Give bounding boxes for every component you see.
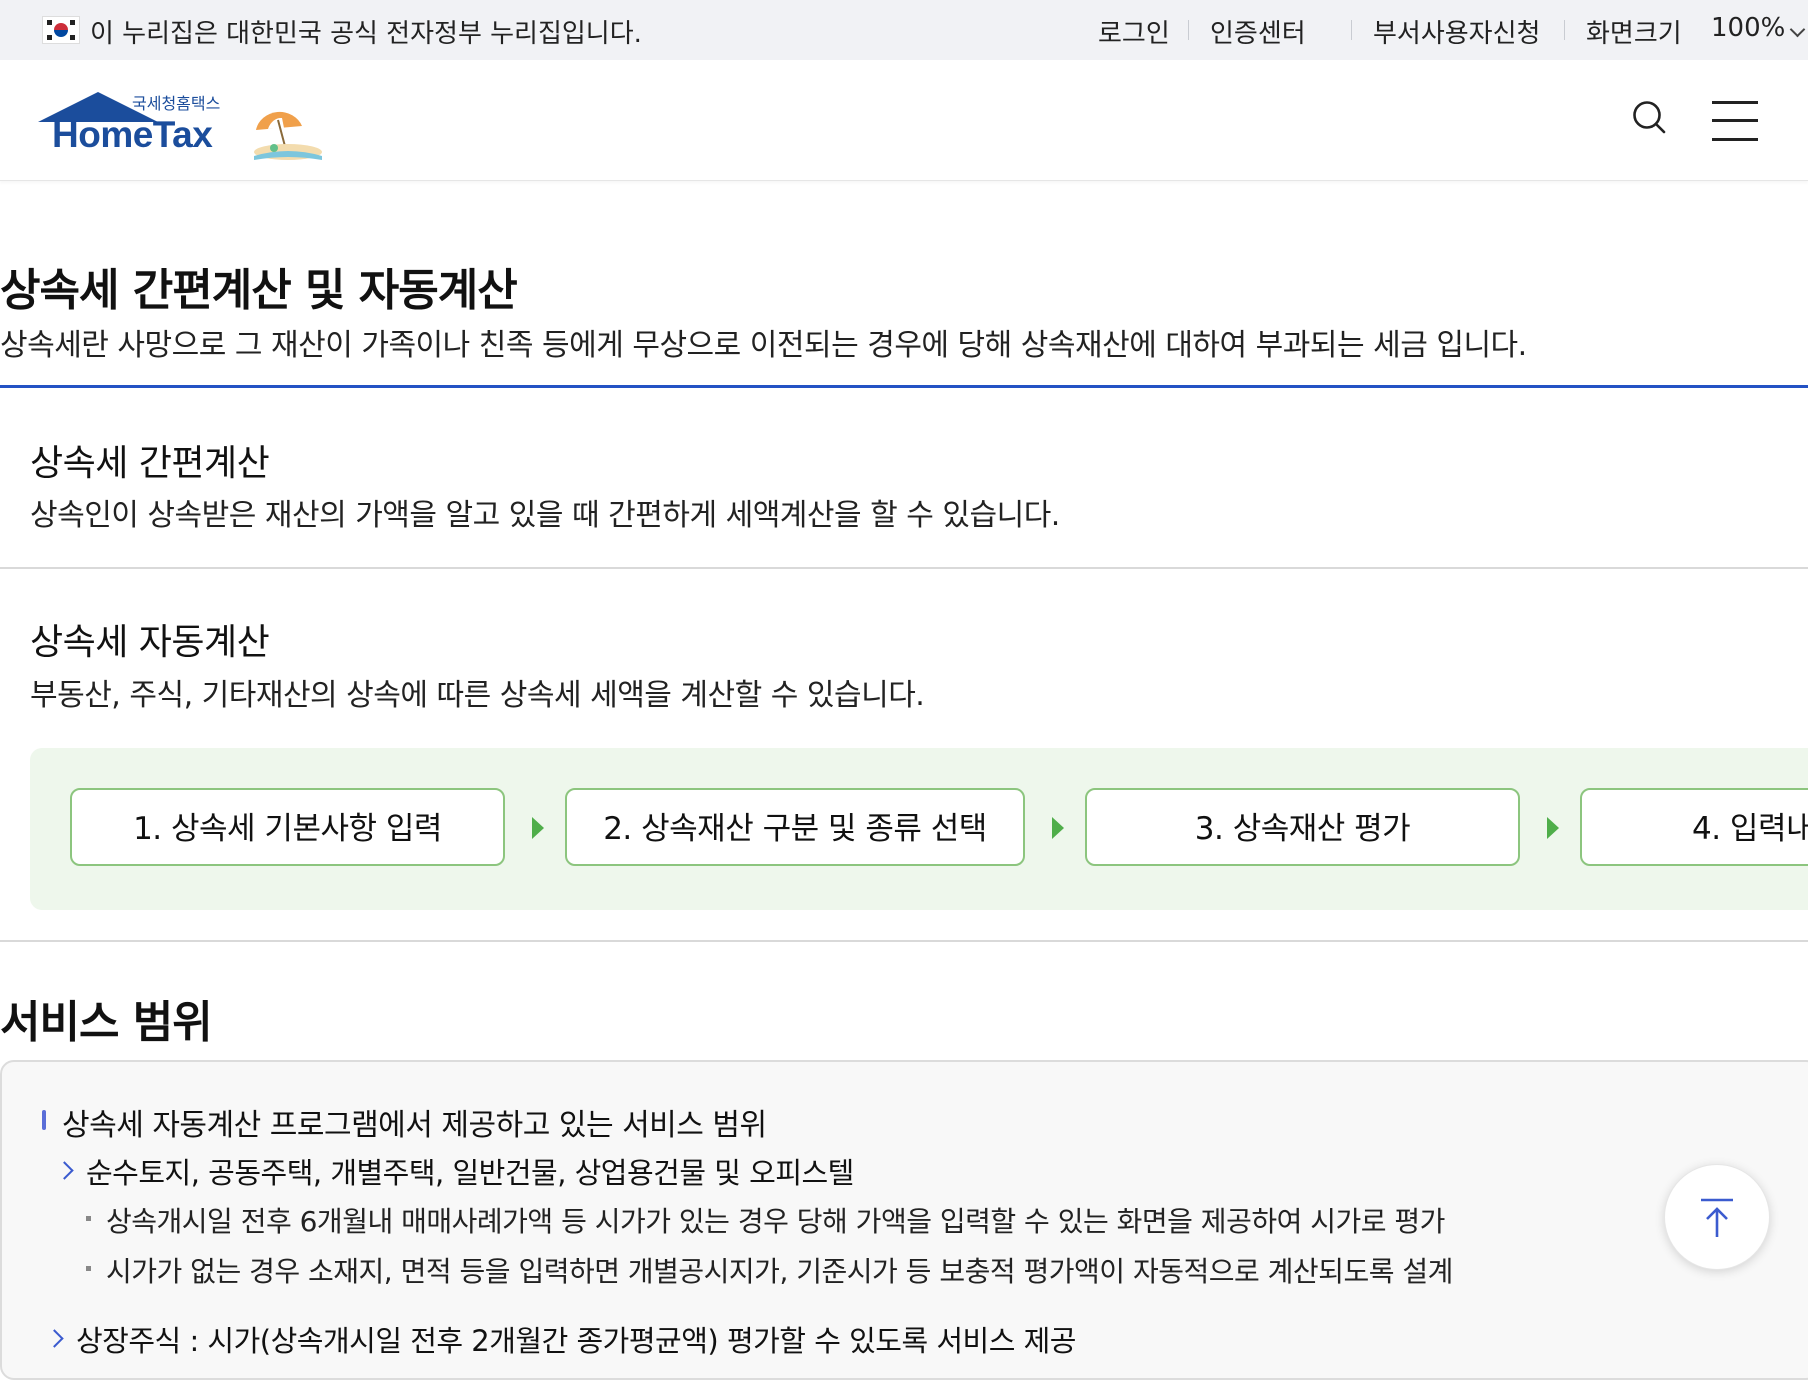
divider bbox=[1188, 20, 1189, 40]
arrow-up-icon bbox=[1701, 1198, 1733, 1237]
korea-flag-icon bbox=[42, 16, 80, 44]
square-bullet-icon bbox=[86, 1216, 91, 1221]
bullet-bar-icon bbox=[42, 1110, 46, 1130]
arrow-right-icon bbox=[532, 817, 544, 839]
service-scope-title: 서비스 범위 bbox=[0, 997, 213, 1048]
gov-utility-links: 로그인 인증센터 부서사용자신청 화면크기 100% bbox=[1048, 0, 1808, 60]
logo-text: HomeTax bbox=[52, 114, 213, 155]
gov-banner: 이 누리집은 대한민국 공식 전자정부 누리집입니다. 로그인 인증센터 부서사… bbox=[0, 0, 1808, 60]
gov-notice-text: 이 누리집은 대한민국 공식 전자정부 누리집입니다. bbox=[90, 19, 642, 49]
scope-item-listed-stock: 상장주식 : 시가(상속개시일 전후 2개월간 종가평균액) 평가할 수 있도록… bbox=[76, 1324, 1076, 1358]
hamburger-menu-icon[interactable] bbox=[1712, 101, 1758, 141]
section-divider bbox=[0, 567, 1808, 569]
logo-subtext: 국세청홈택스 bbox=[132, 94, 221, 113]
cert-center-link[interactable]: 인증센터 bbox=[1210, 13, 1306, 50]
section-divider bbox=[0, 940, 1808, 942]
page-title: 상속세 간편계산 및 자동계산 bbox=[0, 265, 518, 316]
arrow-right-icon bbox=[1547, 817, 1559, 839]
login-link[interactable]: 로그인 bbox=[1098, 13, 1170, 50]
zoom-value[interactable]: 100% bbox=[1711, 13, 1785, 43]
chevron-down-icon[interactable] bbox=[1789, 21, 1806, 38]
step-2-button[interactable]: 2. 상속재산 구분 및 종류 선택 bbox=[565, 788, 1025, 866]
square-bullet-icon bbox=[86, 1266, 91, 1271]
step-3-button[interactable]: 3. 상속재산 평가 bbox=[1085, 788, 1520, 866]
search-icon[interactable] bbox=[1632, 100, 1666, 134]
scope-subitem: 상속개시일 전후 6개월내 매매사례가액 등 시가가 있는 경우 당해 가액을 … bbox=[106, 1205, 1445, 1238]
auto-calc-description: 부동산, 주식, 기타재산의 상속에 따른 상속세 세액을 계산할 수 있습니다… bbox=[30, 678, 925, 713]
hometax-logo[interactable]: 국세청홈택스 HomeTax bbox=[38, 90, 238, 160]
step-1-button[interactable]: 1. 상속세 기본사항 입력 bbox=[70, 788, 505, 866]
simple-calc-title[interactable]: 상속세 간편계산 bbox=[30, 434, 270, 486]
scroll-to-top-button[interactable] bbox=[1664, 1164, 1770, 1270]
arrow-right-icon bbox=[1052, 817, 1064, 839]
divider bbox=[1351, 20, 1352, 40]
zoom-label[interactable]: 화면크기 bbox=[1586, 13, 1682, 50]
auto-calc-title[interactable]: 상속세 자동계산 bbox=[30, 613, 270, 665]
divider bbox=[1564, 20, 1565, 40]
scope-item-realestate: 순수토지, 공동주택, 개별주택, 일반건물, 상업용건물 및 오피스텔 bbox=[86, 1156, 854, 1190]
scope-subitem: 시가가 없는 경우 소재지, 면적 등을 입력하면 개별공시지가, 기준시가 등… bbox=[106, 1255, 1453, 1288]
beach-umbrella-icon bbox=[254, 111, 322, 160]
dept-user-apply-link[interactable]: 부서사용자신청 bbox=[1373, 13, 1540, 50]
simple-calc-description: 상속인이 상속받은 재산의 가액을 알고 있을 때 간편하게 세액계산을 할 수… bbox=[30, 498, 1060, 533]
page-description: 상속세란 사망으로 그 재산이 가족이나 친족 등에게 무상으로 이전되는 경우… bbox=[0, 328, 1527, 363]
service-scope-heading: 상속세 자동계산 프로그램에서 제공하고 있는 서비스 범위 bbox=[62, 1108, 767, 1143]
step-4-button[interactable]: 4. 입력내 bbox=[1580, 788, 1808, 866]
title-divider bbox=[0, 385, 1808, 388]
